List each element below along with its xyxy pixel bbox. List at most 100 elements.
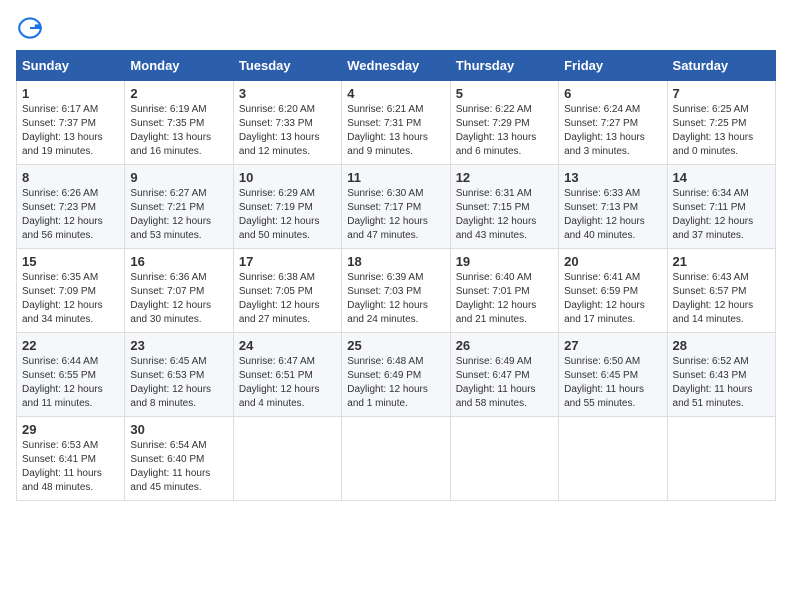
calendar-cell — [233, 417, 341, 501]
sunrise-text: Sunrise: 6:29 AM — [239, 188, 315, 199]
day-number: 10 — [239, 170, 336, 185]
day-info: Sunrise: 6:41 AM Sunset: 6:59 PM Dayligh… — [564, 271, 661, 327]
calendar-cell: 27 Sunrise: 6:50 AM Sunset: 6:45 PM Dayl… — [559, 333, 667, 417]
sunset-text: Sunset: 6:45 PM — [564, 370, 638, 381]
calendar-week-row: 29 Sunrise: 6:53 AM Sunset: 6:41 PM Dayl… — [17, 417, 776, 501]
daylight-text: Daylight: 12 hours and 34 minutes. — [22, 300, 103, 325]
daylight-text: Daylight: 12 hours and 1 minute. — [347, 384, 428, 409]
sunset-text: Sunset: 7:23 PM — [22, 202, 96, 213]
calendar-cell: 6 Sunrise: 6:24 AM Sunset: 7:27 PM Dayli… — [559, 81, 667, 165]
sunrise-text: Sunrise: 6:25 AM — [673, 104, 749, 115]
header — [16, 16, 776, 40]
calendar-cell — [450, 417, 558, 501]
sunrise-text: Sunrise: 6:27 AM — [130, 188, 206, 199]
calendar-week-row: 8 Sunrise: 6:26 AM Sunset: 7:23 PM Dayli… — [17, 165, 776, 249]
day-info: Sunrise: 6:52 AM Sunset: 6:43 PM Dayligh… — [673, 355, 770, 411]
sunrise-text: Sunrise: 6:34 AM — [673, 188, 749, 199]
sunset-text: Sunset: 6:41 PM — [22, 454, 96, 465]
daylight-text: Daylight: 11 hours and 51 minutes. — [673, 384, 753, 409]
calendar-week-row: 1 Sunrise: 6:17 AM Sunset: 7:37 PM Dayli… — [17, 81, 776, 165]
calendar-cell: 16 Sunrise: 6:36 AM Sunset: 7:07 PM Dayl… — [125, 249, 233, 333]
day-number: 3 — [239, 86, 336, 101]
sunrise-text: Sunrise: 6:20 AM — [239, 104, 315, 115]
daylight-text: Daylight: 12 hours and 24 minutes. — [347, 300, 428, 325]
day-number: 8 — [22, 170, 119, 185]
daylight-text: Daylight: 12 hours and 50 minutes. — [239, 216, 320, 241]
day-info: Sunrise: 6:50 AM Sunset: 6:45 PM Dayligh… — [564, 355, 661, 411]
day-of-week-friday: Friday — [559, 51, 667, 81]
day-number: 19 — [456, 254, 553, 269]
calendar-cell: 5 Sunrise: 6:22 AM Sunset: 7:29 PM Dayli… — [450, 81, 558, 165]
day-info: Sunrise: 6:21 AM Sunset: 7:31 PM Dayligh… — [347, 103, 444, 159]
calendar-cell: 10 Sunrise: 6:29 AM Sunset: 7:19 PM Dayl… — [233, 165, 341, 249]
daylight-text: Daylight: 12 hours and 37 minutes. — [673, 216, 754, 241]
day-number: 15 — [22, 254, 119, 269]
calendar-cell: 12 Sunrise: 6:31 AM Sunset: 7:15 PM Dayl… — [450, 165, 558, 249]
daylight-text: Daylight: 13 hours and 3 minutes. — [564, 132, 645, 157]
daylight-text: Daylight: 13 hours and 16 minutes. — [130, 132, 211, 157]
sunrise-text: Sunrise: 6:26 AM — [22, 188, 98, 199]
sunset-text: Sunset: 7:31 PM — [347, 118, 421, 129]
day-info: Sunrise: 6:29 AM Sunset: 7:19 PM Dayligh… — [239, 187, 336, 243]
day-info: Sunrise: 6:22 AM Sunset: 7:29 PM Dayligh… — [456, 103, 553, 159]
sunrise-text: Sunrise: 6:24 AM — [564, 104, 640, 115]
daylight-text: Daylight: 11 hours and 48 minutes. — [22, 468, 102, 493]
sunset-text: Sunset: 7:03 PM — [347, 286, 421, 297]
calendar-cell — [559, 417, 667, 501]
day-number: 21 — [673, 254, 770, 269]
day-number: 23 — [130, 338, 227, 353]
calendar-cell: 19 Sunrise: 6:40 AM Sunset: 7:01 PM Dayl… — [450, 249, 558, 333]
daylight-text: Daylight: 12 hours and 40 minutes. — [564, 216, 645, 241]
day-info: Sunrise: 6:44 AM Sunset: 6:55 PM Dayligh… — [22, 355, 119, 411]
sunrise-text: Sunrise: 6:43 AM — [673, 272, 749, 283]
calendar-cell — [342, 417, 450, 501]
day-info: Sunrise: 6:19 AM Sunset: 7:35 PM Dayligh… — [130, 103, 227, 159]
calendar-cell: 29 Sunrise: 6:53 AM Sunset: 6:41 PM Dayl… — [17, 417, 125, 501]
sunset-text: Sunset: 7:13 PM — [564, 202, 638, 213]
sunset-text: Sunset: 7:33 PM — [239, 118, 313, 129]
day-number: 18 — [347, 254, 444, 269]
daylight-text: Daylight: 11 hours and 55 minutes. — [564, 384, 644, 409]
calendar-cell: 9 Sunrise: 6:27 AM Sunset: 7:21 PM Dayli… — [125, 165, 233, 249]
calendar-cell: 11 Sunrise: 6:30 AM Sunset: 7:17 PM Dayl… — [342, 165, 450, 249]
day-number: 5 — [456, 86, 553, 101]
day-number: 26 — [456, 338, 553, 353]
day-number: 27 — [564, 338, 661, 353]
sunset-text: Sunset: 7:27 PM — [564, 118, 638, 129]
daylight-text: Daylight: 13 hours and 9 minutes. — [347, 132, 428, 157]
daylight-text: Daylight: 13 hours and 0 minutes. — [673, 132, 754, 157]
daylight-text: Daylight: 12 hours and 43 minutes. — [456, 216, 537, 241]
sunset-text: Sunset: 6:51 PM — [239, 370, 313, 381]
sunrise-text: Sunrise: 6:48 AM — [347, 356, 423, 367]
sunrise-text: Sunrise: 6:50 AM — [564, 356, 640, 367]
sunset-text: Sunset: 7:09 PM — [22, 286, 96, 297]
calendar-table: SundayMondayTuesdayWednesdayThursdayFrid… — [16, 50, 776, 501]
daylight-text: Daylight: 12 hours and 4 minutes. — [239, 384, 320, 409]
daylight-text: Daylight: 12 hours and 21 minutes. — [456, 300, 537, 325]
sunrise-text: Sunrise: 6:40 AM — [456, 272, 532, 283]
sunset-text: Sunset: 7:15 PM — [456, 202, 530, 213]
day-number: 17 — [239, 254, 336, 269]
sunset-text: Sunset: 6:40 PM — [130, 454, 204, 465]
sunrise-text: Sunrise: 6:21 AM — [347, 104, 423, 115]
day-info: Sunrise: 6:49 AM Sunset: 6:47 PM Dayligh… — [456, 355, 553, 411]
day-of-week-sunday: Sunday — [17, 51, 125, 81]
sunset-text: Sunset: 6:43 PM — [673, 370, 747, 381]
day-of-week-monday: Monday — [125, 51, 233, 81]
day-number: 11 — [347, 170, 444, 185]
sunset-text: Sunset: 7:05 PM — [239, 286, 313, 297]
sunrise-text: Sunrise: 6:45 AM — [130, 356, 206, 367]
day-number: 25 — [347, 338, 444, 353]
day-info: Sunrise: 6:45 AM Sunset: 6:53 PM Dayligh… — [130, 355, 227, 411]
sunrise-text: Sunrise: 6:41 AM — [564, 272, 640, 283]
daylight-text: Daylight: 13 hours and 19 minutes. — [22, 132, 103, 157]
day-info: Sunrise: 6:36 AM Sunset: 7:07 PM Dayligh… — [130, 271, 227, 327]
day-number: 6 — [564, 86, 661, 101]
calendar-cell: 4 Sunrise: 6:21 AM Sunset: 7:31 PM Dayli… — [342, 81, 450, 165]
day-number: 12 — [456, 170, 553, 185]
sunrise-text: Sunrise: 6:33 AM — [564, 188, 640, 199]
day-number: 13 — [564, 170, 661, 185]
sunset-text: Sunset: 6:53 PM — [130, 370, 204, 381]
sunset-text: Sunset: 6:57 PM — [673, 286, 747, 297]
day-info: Sunrise: 6:38 AM Sunset: 7:05 PM Dayligh… — [239, 271, 336, 327]
